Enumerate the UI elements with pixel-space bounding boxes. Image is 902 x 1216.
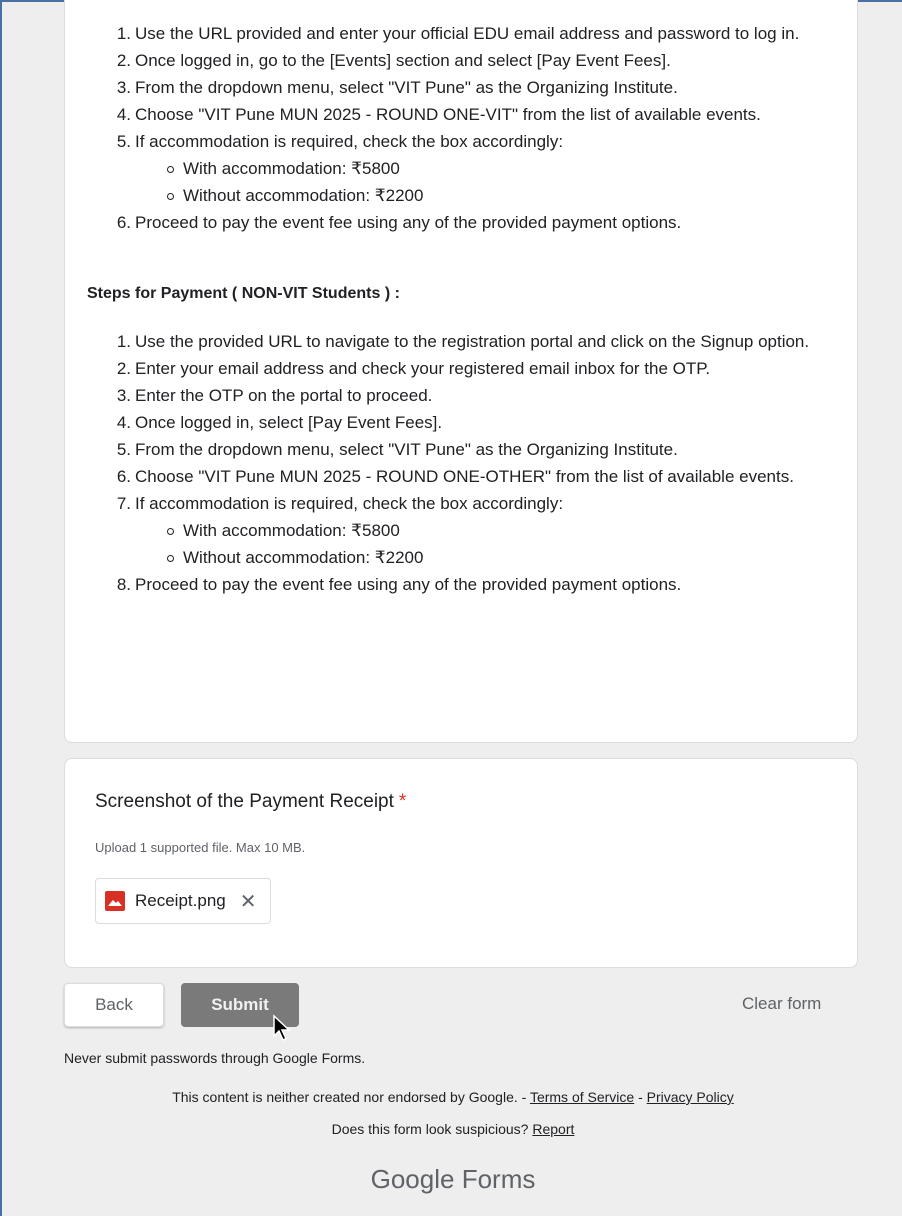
step-text: From the dropdown menu, select "VIT Pune… — [135, 78, 678, 97]
step-number: 5. — [116, 132, 131, 151]
terms-link[interactable]: Terms of Service — [530, 1089, 634, 1105]
step-text: Once logged in, select [Pay Event Fees]. — [135, 413, 443, 432]
step-text: If accommodation is required, check the … — [135, 494, 564, 513]
accommodation-option-text: Without accommodation: ₹2200 — [183, 548, 424, 567]
password-warning: Never submit passwords through Google Fo… — [64, 1050, 366, 1066]
step-item: 3. Enter the OTP on the portal to proceed… — [117, 382, 855, 409]
step-number: 6. — [116, 467, 131, 486]
description-card: 1. Use the URL provided and enter your of… — [64, 0, 858, 743]
step-item: 6. Choose "VIT Pune MUN 2025 - ROUND ONE-… — [117, 463, 855, 490]
image-file-icon — [105, 891, 125, 911]
mouse-pointer-icon — [273, 1014, 291, 1042]
step-number: 4. — [116, 105, 131, 124]
step-item: 4. Once logged in, select [Pay Event Fees… — [117, 409, 855, 436]
accommodation-options: With accommodation: ₹5800 Without accommo… — [167, 517, 855, 571]
step-text: If accommodation is required, check the … — [135, 132, 564, 151]
footer-separator: - — [634, 1089, 647, 1105]
step-text: Use the provided URL to navigate to the … — [135, 332, 810, 351]
step-number: 7. — [116, 494, 131, 513]
step-item: 6. Proceed to pay the event fee using any… — [117, 209, 855, 236]
close-icon[interactable]: ✕ — [240, 889, 257, 914]
report-link[interactable]: Report — [532, 1121, 574, 1137]
vit-steps-list: 1. Use the URL provided and enter your of… — [117, 20, 855, 236]
step-number: 5. — [116, 440, 131, 459]
accommodation-option-text: Without accommodation: ₹2200 — [183, 186, 424, 205]
file-name: Receipt.png — [135, 891, 226, 910]
step-text: Proceed to pay the event fee using any o… — [135, 213, 682, 232]
question-title-text: Screenshot of the Payment Receipt — [95, 791, 394, 812]
brand-google: Google — [370, 1164, 455, 1194]
step-item: 2. Once logged in, go to the [Events] sec… — [117, 47, 855, 74]
uploaded-file-chip[interactable]: Receipt.png ✕ — [95, 878, 271, 924]
step-text: Use the URL provided and enter your offi… — [135, 24, 800, 43]
step-item: 1. Use the URL provided and enter your of… — [117, 20, 855, 47]
accommodation-option-text: With accommodation: ₹5800 — [183, 521, 400, 540]
back-button[interactable]: Back — [64, 983, 164, 1027]
step-text: Choose "VIT Pune MUN 2025 - ROUND ONE-VI… — [135, 105, 761, 124]
accommodation-option: With accommodation: ₹5800 — [167, 517, 855, 544]
accommodation-options: With accommodation: ₹5800 Without accommo… — [167, 155, 855, 209]
step-item: 1. Use the provided URL to navigate to th… — [117, 328, 855, 355]
accommodation-option: Without accommodation: ₹2200 — [167, 182, 855, 209]
step-number: 2. — [116, 359, 131, 378]
step-text: Enter your email address and check your … — [135, 359, 711, 378]
step-text: Once logged in, go to the [Events] secti… — [135, 51, 671, 70]
step-number: 1. — [116, 24, 131, 43]
step-text: From the dropdown menu, select "VIT Pune… — [135, 440, 678, 459]
suspicious-text: Does this form look suspicious? — [331, 1121, 533, 1137]
accommodation-option: With accommodation: ₹5800 — [167, 155, 855, 182]
nonvit-steps-list: 1. Use the provided URL to navigate to th… — [117, 328, 855, 598]
step-item: 5. If accommodation is required, check th… — [117, 128, 855, 209]
step-number: 1. — [116, 332, 131, 351]
accommodation-option: Without accommodation: ₹2200 — [167, 544, 855, 571]
brand-forms: Forms — [454, 1164, 536, 1194]
privacy-link[interactable]: Privacy Policy — [647, 1089, 734, 1105]
step-number: 2. — [116, 51, 131, 70]
circle-bullet-icon — [167, 528, 174, 535]
disclaimer-text: This content is neither created nor endo… — [172, 1089, 530, 1105]
clear-form-button[interactable]: Clear form — [742, 994, 821, 1014]
nonvit-heading: Steps for Payment ( NON-VIT Students ) : — [87, 285, 400, 302]
step-item: 4. Choose "VIT Pune MUN 2025 - ROUND ONE-… — [117, 101, 855, 128]
footer-report: Does this form look suspicious? Report — [2, 1121, 902, 1137]
step-item: 2. Enter your email address and check you… — [117, 355, 855, 382]
step-item: 3. From the dropdown menu, select "VIT Pu… — [117, 74, 855, 101]
step-number: 4. — [116, 413, 131, 432]
step-text: Enter the OTP on the portal to proceed. — [135, 386, 433, 405]
upload-question-card: Screenshot of the Payment Receipt * Uploa… — [64, 758, 858, 968]
step-number: 8. — [116, 575, 131, 594]
google-forms-logo[interactable]: Google Forms — [2, 1164, 902, 1195]
step-text: Choose "VIT Pune MUN 2025 - ROUND ONE-OT… — [135, 467, 794, 486]
required-asterisk: * — [398, 791, 407, 812]
step-number: 3. — [116, 386, 131, 405]
step-number: 3. — [116, 78, 131, 97]
circle-bullet-icon — [167, 166, 174, 173]
step-item: 5. From the dropdown menu, select "VIT Pu… — [117, 436, 855, 463]
upload-hint: Upload 1 supported file. Max 10 MB. — [95, 840, 306, 855]
step-item: 7. If accommodation is required, check th… — [117, 490, 855, 571]
circle-bullet-icon — [167, 555, 174, 562]
question-title: Screenshot of the Payment Receipt * — [95, 791, 406, 813]
step-text: Proceed to pay the event fee using any o… — [135, 575, 682, 594]
step-number: 6. — [116, 213, 131, 232]
footer-disclaimer: This content is neither created nor endo… — [2, 1089, 902, 1105]
step-item: 8. Proceed to pay the event fee using any… — [117, 571, 855, 598]
circle-bullet-icon — [167, 193, 174, 200]
accommodation-option-text: With accommodation: ₹5800 — [183, 159, 400, 178]
